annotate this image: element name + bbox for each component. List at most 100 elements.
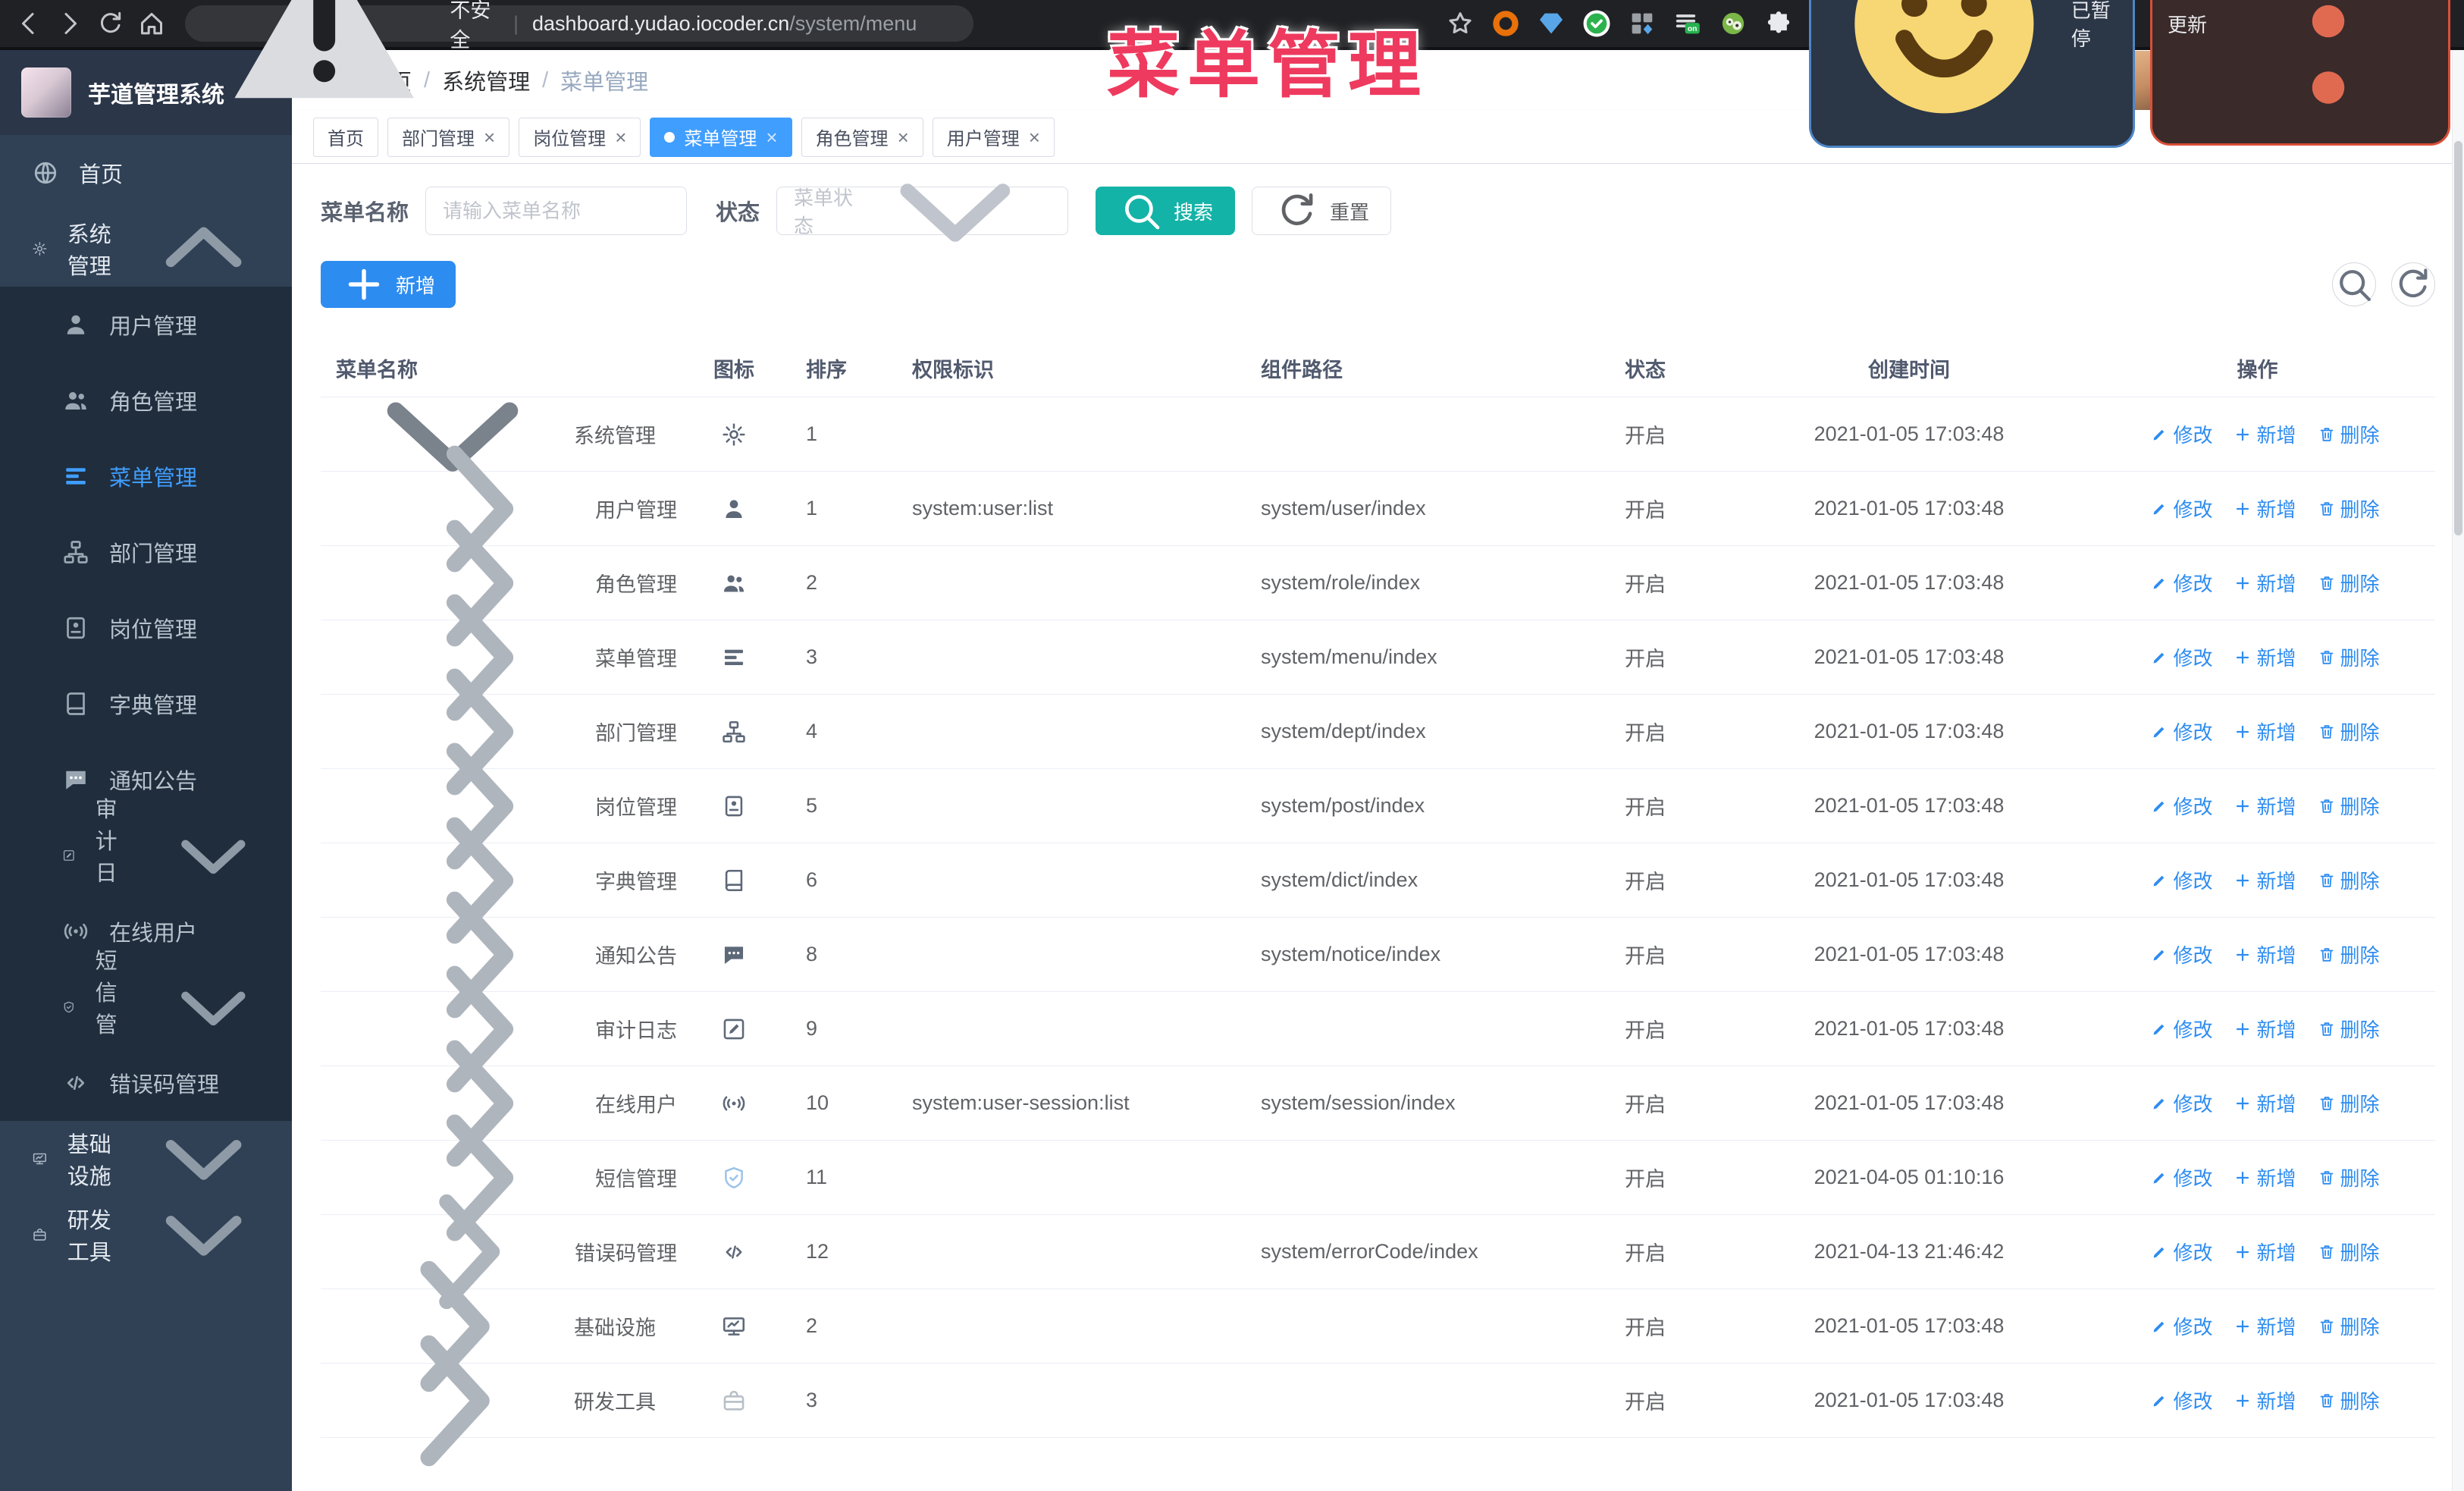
- sort-value: 10: [806, 1091, 829, 1114]
- add-child-link[interactable]: 新增: [2234, 1015, 2296, 1043]
- url-bar[interactable]: 不安全 | dashboard.yudao.iocoder.cn/system/…: [185, 0, 973, 99]
- created-time: 2021-01-05 17:03:48: [1814, 868, 2005, 891]
- reload-icon[interactable]: [96, 8, 126, 39]
- close-icon[interactable]: ×: [615, 127, 626, 147]
- delete-link[interactable]: 删除: [2318, 792, 2380, 820]
- add-child-link[interactable]: 新增: [2234, 1312, 2296, 1340]
- menu-name-input[interactable]: [425, 187, 688, 235]
- add-child-link[interactable]: 新增: [2234, 866, 2296, 894]
- reset-button[interactable]: 重置: [1252, 187, 1392, 235]
- logo-avatar: [21, 67, 71, 118]
- edit-link[interactable]: 修改: [2150, 1089, 2212, 1117]
- delete-link[interactable]: 删除: [2318, 1386, 2380, 1414]
- add-child-link[interactable]: 新增: [2234, 940, 2296, 968]
- close-icon[interactable]: ×: [766, 127, 777, 147]
- add-child-link[interactable]: 新增: [2234, 1163, 2296, 1191]
- delete-link[interactable]: 删除: [2318, 643, 2380, 671]
- add-button[interactable]: 新增: [321, 261, 456, 308]
- edit-link[interactable]: 修改: [2150, 569, 2212, 597]
- edit-link[interactable]: 修改: [2150, 643, 2212, 671]
- ext-blue-gem-icon[interactable]: [1536, 8, 1566, 39]
- ext-orange-ring-icon[interactable]: [1491, 8, 1521, 39]
- delete-link[interactable]: 删除: [2318, 866, 2380, 894]
- delete-link[interactable]: 删除: [2318, 940, 2380, 968]
- created-time: 2021-04-13 21:46:42: [1814, 1240, 2005, 1263]
- edit-link[interactable]: 修改: [2150, 494, 2212, 523]
- edit-link[interactable]: 修改: [2150, 1015, 2212, 1043]
- add-child-link[interactable]: 新增: [2234, 494, 2296, 523]
- home-button-icon[interactable]: [136, 8, 167, 39]
- ext-grid-icon[interactable]: [1627, 8, 1657, 39]
- add-child-link[interactable]: 新增: [2234, 569, 2296, 597]
- add-child-link[interactable]: 新增: [2234, 792, 2296, 820]
- edit-link[interactable]: 修改: [2150, 792, 2212, 820]
- add-child-link[interactable]: 新增: [2234, 1238, 2296, 1266]
- created-time: 2021-01-05 17:03:48: [1814, 1091, 2005, 1114]
- add-child-link[interactable]: 新增: [2234, 717, 2296, 746]
- refresh-icon: [1281, 193, 1313, 225]
- tab-label: 岗位管理: [533, 129, 607, 149]
- component-path: system/session/index: [1261, 1091, 1456, 1114]
- refresh-table-button[interactable]: [2391, 262, 2435, 306]
- scrollbar-thumb[interactable]: [2454, 141, 2462, 535]
- sidebar-item-部门管理[interactable]: 部门管理: [0, 514, 292, 590]
- delete-link[interactable]: 删除: [2318, 1312, 2380, 1340]
- search-button[interactable]: 搜索: [1096, 187, 1236, 235]
- delete-link[interactable]: 删除: [2318, 1089, 2380, 1117]
- menu-name[interactable]: 研发工具: [321, 1287, 677, 1491]
- delete-link[interactable]: 删除: [2318, 1163, 2380, 1191]
- sidebar-item-菜单管理[interactable]: 菜单管理: [0, 438, 292, 514]
- edit-link[interactable]: 修改: [2150, 1238, 2212, 1266]
- sidebar-item-用户管理[interactable]: 用户管理: [0, 287, 292, 363]
- row-actions: 修改 新增 删除: [2080, 569, 2435, 597]
- forward-icon[interactable]: [55, 8, 85, 39]
- delete-link[interactable]: 删除: [2318, 569, 2380, 597]
- sidebar-item-岗位管理[interactable]: 岗位管理: [0, 590, 292, 666]
- edit-link[interactable]: 修改: [2150, 1386, 2212, 1414]
- browser-update-button[interactable]: 更新: [2149, 0, 2450, 146]
- sidebar-item-系统管理[interactable]: 系统管理: [0, 211, 292, 287]
- pencil-icon: [2153, 1024, 2165, 1034]
- back-icon[interactable]: [14, 8, 44, 39]
- greencheck-icon: [1583, 10, 1610, 37]
- tab-菜单管理[interactable]: 菜单管理 ×: [650, 117, 792, 157]
- delete-link[interactable]: 删除: [2318, 717, 2380, 746]
- chevron-right-icon[interactable]: [339, 1287, 566, 1491]
- add-child-link[interactable]: 新增: [2234, 1089, 2296, 1117]
- edit-link[interactable]: 修改: [2150, 1312, 2212, 1340]
- tab-岗位管理[interactable]: 岗位管理 ×: [519, 117, 641, 157]
- sidebar-item-label: 岗位管理: [109, 618, 198, 642]
- add-child-link[interactable]: 新增: [2234, 1386, 2296, 1414]
- edit-link[interactable]: 修改: [2150, 717, 2212, 746]
- bookmark-star-icon[interactable]: [1445, 8, 1475, 39]
- sidebar-item-字典管理[interactable]: 字典管理: [0, 666, 292, 742]
- edit-link[interactable]: 修改: [2150, 420, 2212, 448]
- add-child-link[interactable]: 新增: [2234, 643, 2296, 671]
- delete-link[interactable]: 删除: [2318, 1015, 2380, 1043]
- trash-icon: [2320, 1393, 2333, 1408]
- ext-monkey-icon[interactable]: [1718, 8, 1748, 39]
- edit-link[interactable]: 修改: [2150, 866, 2212, 894]
- sidebar-item-短信管理[interactable]: 短信管理: [0, 950, 292, 1069]
- sort-value: 5: [806, 794, 818, 817]
- profile-paused-badge[interactable]: 已暂停: [1808, 0, 2135, 149]
- edit-link[interactable]: 修改: [2150, 940, 2212, 968]
- ext-on-switch-icon[interactable]: on: [1672, 8, 1703, 39]
- add-child-link[interactable]: 新增: [2234, 420, 2296, 448]
- delete-link[interactable]: 删除: [2318, 420, 2380, 448]
- delete-link[interactable]: 删除: [2318, 1238, 2380, 1266]
- sidebar-item-研发工具[interactable]: 研发工具: [0, 1197, 292, 1273]
- sidebar-item-角色管理[interactable]: 角色管理: [0, 363, 292, 438]
- sidebar-item-审计日志[interactable]: 审计日志: [0, 798, 292, 918]
- status-value: 开启: [1625, 1317, 1666, 1339]
- ext-green-check-icon[interactable]: [1582, 8, 1612, 39]
- site-security[interactable]: 不安全: [205, 0, 500, 143]
- edit-link[interactable]: 修改: [2150, 1163, 2212, 1191]
- delete-link[interactable]: 删除: [2318, 494, 2380, 523]
- status-select[interactable]: 菜单状态: [776, 184, 1069, 242]
- show-search-toggle-button[interactable]: [2332, 262, 2376, 306]
- browser-menu-icon[interactable]: [2215, 0, 2442, 140]
- extensions-puzzle-icon[interactable]: [1763, 8, 1794, 39]
- monitor-icon: [32, 1145, 48, 1172]
- window-scrollbar[interactable]: [2452, 50, 2464, 1491]
